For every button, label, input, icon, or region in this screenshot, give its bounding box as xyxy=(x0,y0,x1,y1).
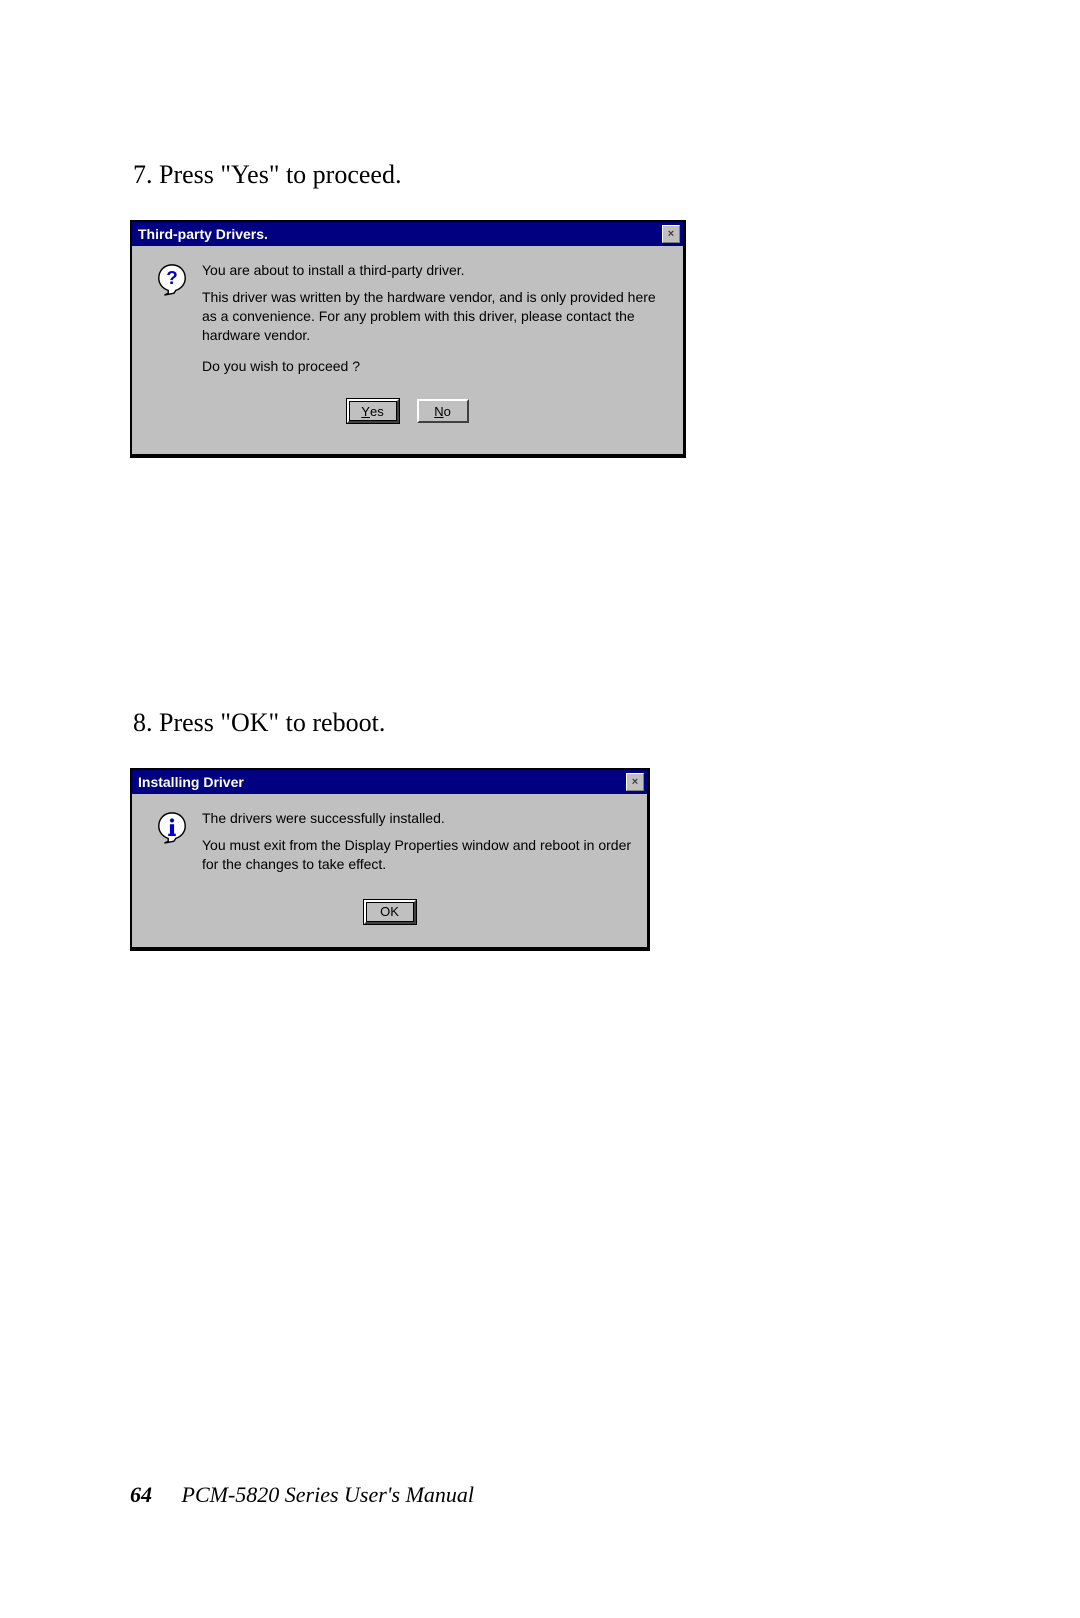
question-icon: ? xyxy=(155,263,189,297)
dialog-button-row: OK xyxy=(132,896,647,930)
dialog-message-block: This driver was written by the hardware … xyxy=(202,288,673,345)
yes-button-hotkey: Y xyxy=(361,404,370,419)
message-column: The drivers were successfully installed.… xyxy=(202,809,637,886)
dialog-message-line-1: The drivers were successfully installed. xyxy=(202,809,637,828)
dialog-body: The drivers were successfully installed.… xyxy=(132,794,647,896)
dialog-third-party-drivers: Third-party Drivers. × ? You are about t… xyxy=(130,220,686,458)
dialog-1-wrapper: Third-party Drivers. × ? You are about t… xyxy=(130,220,950,458)
dialog-message-block: You must exit from the Display Propertie… xyxy=(202,836,637,874)
page-number: 64 xyxy=(130,1482,152,1507)
dialog-installing-driver: Installing Driver × The drivers were suc… xyxy=(130,768,650,951)
dialog-title-bar: Installing Driver × xyxy=(132,770,647,794)
dialog-2-wrapper: Installing Driver × The drivers were suc… xyxy=(130,768,950,951)
svg-text:?: ? xyxy=(166,268,178,289)
yes-button[interactable]: Yes xyxy=(347,399,399,423)
instruction-step-8: 8. Press "OK" to reboot. xyxy=(130,708,950,738)
instruction-step-7: 7. Press "Yes" to proceed. xyxy=(130,160,950,190)
dialog-title-bar: Third-party Drivers. × xyxy=(132,222,683,246)
ok-button[interactable]: OK xyxy=(364,900,416,924)
close-button[interactable]: × xyxy=(626,773,644,791)
no-button-rest: o xyxy=(444,404,451,419)
close-button[interactable]: × xyxy=(662,225,680,243)
no-button[interactable]: No xyxy=(417,399,469,423)
info-icon xyxy=(155,811,189,845)
dialog-message-line-3: Do you wish to proceed ? xyxy=(202,357,673,376)
yes-button-rest: es xyxy=(370,404,384,419)
page-footer: 64 PCM-5820 Series User's Manual xyxy=(130,1482,474,1508)
dialog-button-row: Yes No xyxy=(132,393,683,429)
footer-title: PCM-5820 Series User's Manual xyxy=(182,1482,475,1507)
dialog-title-text: Third-party Drivers. xyxy=(138,226,268,242)
dialog-body: ? You are about to install a third-party… xyxy=(132,246,683,393)
dialog-title-text: Installing Driver xyxy=(138,774,244,790)
icon-column xyxy=(142,809,202,886)
no-button-hotkey: N xyxy=(434,404,443,419)
page-content: 7. Press "Yes" to proceed. Third-party D… xyxy=(0,0,1080,951)
message-column: You are about to install a third-party d… xyxy=(202,261,673,383)
icon-column: ? xyxy=(142,261,202,383)
dialog-message-line-1: You are about to install a third-party d… xyxy=(202,261,673,280)
